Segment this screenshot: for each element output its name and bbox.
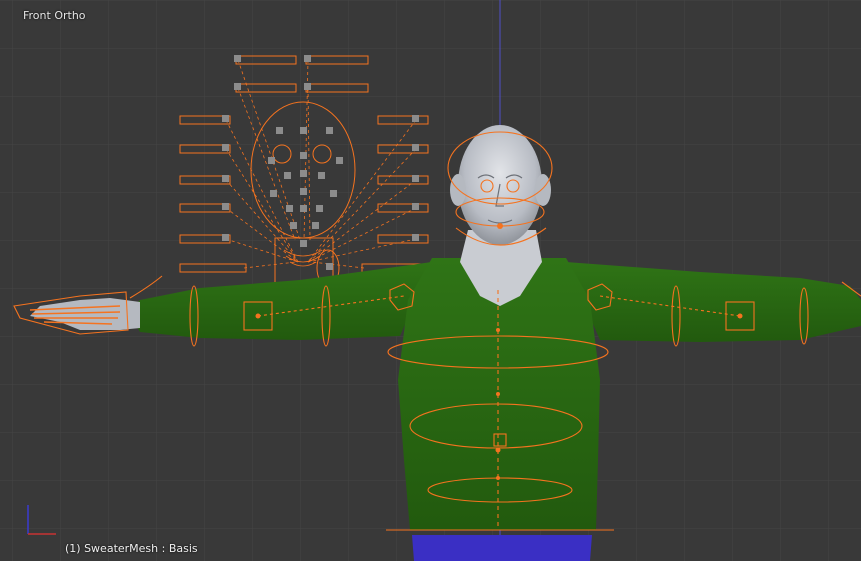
scene-canvas[interactable]	[0, 0, 861, 561]
ear-right-mesh	[535, 174, 551, 206]
view-mode-label: Front Ortho	[23, 9, 86, 22]
trousers-mesh	[412, 535, 592, 561]
3d-viewport[interactable]: Front Ortho (1) SweaterMesh : Basis	[0, 0, 861, 561]
active-object-label: (1) SweaterMesh : Basis	[65, 542, 198, 555]
